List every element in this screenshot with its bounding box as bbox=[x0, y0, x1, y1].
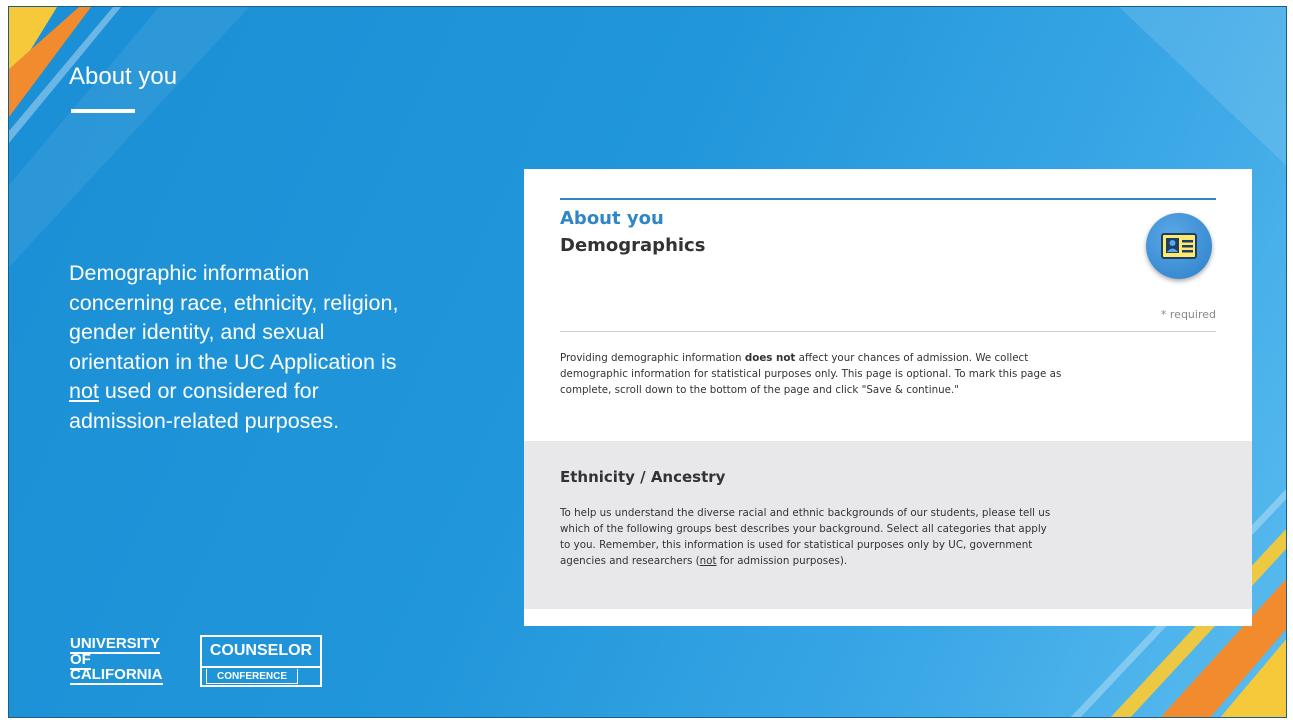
card-heading: About you bbox=[560, 208, 664, 229]
slide-body-text: Demographic information concerning race,… bbox=[69, 261, 399, 433]
intro-paragraph: Providing demographic information does n… bbox=[560, 352, 1062, 396]
title-underline bbox=[71, 109, 135, 113]
section-title: Ethnicity / Ancestry bbox=[560, 468, 726, 486]
card-divider bbox=[560, 331, 1216, 332]
ethnicity-section: Ethnicity / Ancestry To help us understa… bbox=[524, 441, 1252, 609]
application-screenshot-card: About you Demographics * required Provid… bbox=[524, 169, 1252, 626]
required-note: * required bbox=[1160, 308, 1216, 321]
slide-title: About you bbox=[69, 63, 178, 90]
slide: About you Demographic information concer… bbox=[8, 6, 1287, 718]
counselor-conference-logo: COUNSELOR CONFERENCE bbox=[200, 635, 322, 687]
card-subheading: Demographics bbox=[560, 235, 706, 256]
section-paragraph: To help us understand the diverse racial… bbox=[560, 507, 1051, 567]
uc-logo: UNIVERSITY OF CALIFORNIA bbox=[70, 635, 163, 685]
card-top-rule bbox=[560, 198, 1216, 200]
id-card-icon bbox=[1146, 213, 1212, 279]
emphasis-not: not bbox=[69, 379, 99, 403]
